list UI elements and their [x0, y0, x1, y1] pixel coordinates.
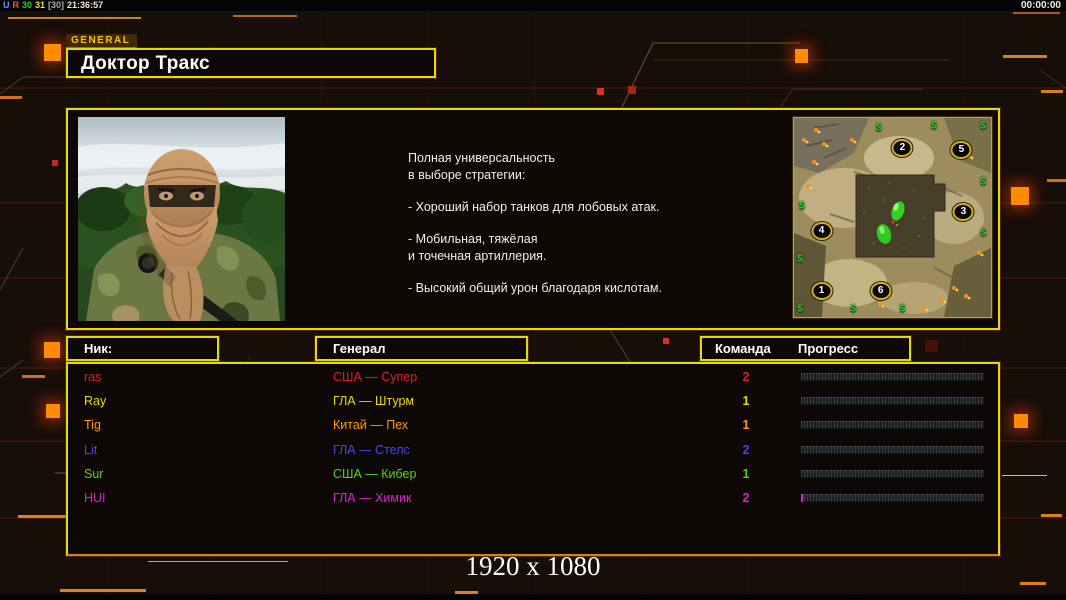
- minimap: 1 2 3 4 5 6 $ $ $ $ $ $ $ $ $ $: [793, 117, 992, 318]
- start-position-marker: 6: [870, 282, 892, 301]
- progress-bar: [800, 444, 985, 455]
- status-segment: 30: [22, 0, 33, 10]
- resource-icon: $: [980, 120, 986, 132]
- decor-square: [628, 86, 636, 94]
- general-description: Полная универсальность в выборе стратегии…: [408, 150, 768, 297]
- column-header-nick: Ник:: [84, 341, 113, 356]
- player-team: 1: [742, 394, 750, 409]
- resolution-label: 1920 x 1080: [465, 551, 601, 581]
- start-position-marker: 5: [950, 140, 972, 159]
- description-line: и точечная артиллерия.: [408, 249, 547, 263]
- player-team: 2: [742, 442, 750, 457]
- general-name-box: Доктор Тракс: [66, 48, 436, 78]
- start-position-marker: 1: [811, 282, 833, 301]
- progress-bar: [800, 468, 985, 479]
- loading-screen: U R 30 31 [30] 21:36:57 00:00:00 GENERAL Докт…: [0, 0, 1066, 600]
- start-position-marker: 3: [952, 202, 974, 221]
- column-header-progress: Прогресс: [798, 341, 859, 356]
- status-segment: [30]: [48, 0, 65, 10]
- player-nick: HUI: [84, 490, 106, 505]
- status-segment: 31: [35, 0, 46, 10]
- network-status-overlay: U R 30 31 [30] 21:36:57: [3, 0, 106, 10]
- decor-square: [1011, 187, 1029, 205]
- player-nick: Ray: [84, 394, 107, 409]
- player-general: ГЛА — Химик: [333, 490, 412, 505]
- general-name: Доктор Тракс: [81, 53, 210, 74]
- player-nick: Lit: [84, 442, 98, 457]
- column-header-team-progress-box: Команда Прогресс: [700, 336, 911, 361]
- resource-icon: $: [797, 253, 803, 265]
- player-team: 1: [742, 418, 750, 433]
- player-general: ГЛА — Стелс: [333, 442, 410, 457]
- description-line: в выборе стратегии:: [408, 168, 526, 182]
- decor-square: [44, 342, 60, 358]
- resource-icon: $: [931, 120, 937, 132]
- resource-icon: $: [980, 227, 986, 239]
- status-segment: U: [3, 0, 10, 10]
- player-nick: Sur: [84, 466, 104, 481]
- resource-icon: $: [799, 200, 805, 212]
- decor-square: [52, 160, 58, 166]
- resource-icon: $: [797, 303, 803, 315]
- decor-square: [1014, 414, 1028, 428]
- player-row: Sur США — Кибер 1: [66, 463, 1000, 487]
- resource-icon: $: [850, 303, 856, 315]
- player-team: 2: [742, 490, 750, 505]
- resource-icon: $: [980, 176, 986, 188]
- decor-square: [46, 404, 60, 418]
- progress-bar: [800, 396, 985, 407]
- match-timer: 00:00:00: [1020, 0, 1061, 11]
- description-line: - Хороший набор танков для лобовых атак.: [408, 200, 660, 214]
- player-general: США — Кибер: [333, 466, 417, 481]
- general-tag-label: GENERAL: [66, 34, 138, 48]
- general-portrait: [78, 117, 285, 321]
- player-row: ras США — Супер 2: [66, 366, 1000, 390]
- decor-square: [597, 88, 604, 95]
- top-letterbox-bar: [0, 0, 1066, 11]
- player-nick: ras: [84, 370, 102, 384]
- resource-icon: $: [875, 122, 882, 134]
- column-header-general-box: Генерал: [315, 336, 528, 361]
- column-header-nick-box: Ник:: [66, 336, 219, 361]
- player-team: 2: [742, 370, 750, 384]
- progress-bar: [800, 420, 985, 431]
- start-position-marker: 4: [811, 222, 833, 241]
- progress-bar: [800, 372, 985, 382]
- resource-icon: $: [899, 303, 906, 315]
- start-position-marker: 2: [891, 138, 913, 157]
- column-header-general: Генерал: [333, 341, 386, 356]
- player-row: Lit ГЛА — Стелс 2: [66, 439, 1000, 463]
- bottom-letterbox-bar: [0, 594, 1066, 600]
- decor-square: [663, 338, 669, 344]
- player-team: 1: [742, 466, 750, 481]
- decor-square: [795, 49, 808, 63]
- description-line: - Мобильная, тяжёлая: [408, 232, 538, 246]
- status-segment: 21:36:57: [67, 0, 104, 10]
- description-line: - Высокий общий урон благодаря кислотам.: [408, 281, 662, 295]
- status-segment: R: [12, 0, 20, 10]
- progress-bar: [800, 492, 985, 503]
- decor-square: [925, 340, 938, 352]
- player-nick: Tig: [84, 418, 101, 433]
- description-line: Полная универсальность: [408, 151, 555, 165]
- player-row: Ray ГЛА — Штурм 1: [66, 390, 1000, 414]
- progress-bar-fill: [801, 493, 803, 502]
- player-general: ГЛА — Штурм: [333, 394, 415, 409]
- decor-square: [44, 44, 61, 61]
- column-header-team: Команда: [715, 341, 771, 356]
- player-row: Tig Китай — Пех 1: [66, 414, 1000, 438]
- player-general: Китай — Пех: [333, 418, 409, 433]
- player-rows: ras США — Супер 2 Ray ГЛА — Штурм 1 Tig Китай —…: [66, 366, 1000, 511]
- player-row: HUI ГЛА — Химик 2: [66, 487, 1000, 511]
- player-general: США — Супер: [333, 370, 418, 384]
